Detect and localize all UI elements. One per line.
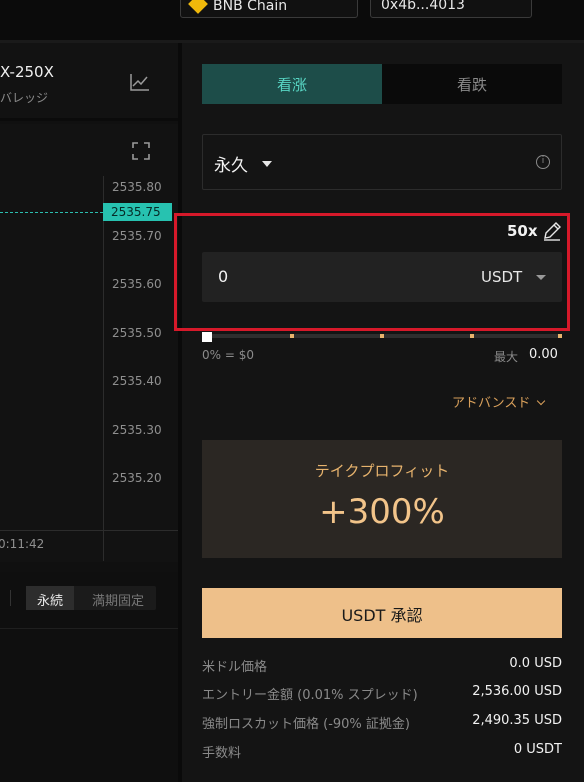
take-profit-card[interactable]: テイクプロフィット +300% [202, 440, 562, 558]
slider-mark [470, 334, 474, 338]
fullscreen-icon[interactable] [132, 142, 150, 160]
slider-max-label: 最大 [494, 350, 519, 364]
approve-usdt-button[interactable]: USDT 承認 [202, 588, 562, 638]
product-type-label: 永久 [214, 156, 248, 176]
product-type-select[interactable]: 永久 i [202, 134, 562, 190]
tab-long[interactable]: 看涨 [202, 64, 382, 104]
chart-panel: X-250X バレッジ 2535.80 2535.70 2535.60 2535… [0, 43, 178, 782]
y-tick: 2535.20 [112, 471, 162, 485]
pair-subtitle: バレッジ [0, 91, 49, 105]
position-panel: 永続 満期固定 [0, 572, 178, 782]
detail-value: 2,536.00 USD [472, 684, 562, 699]
detail-value: 0.0 USD [509, 656, 562, 671]
detail-value: 2,490.35 USD [472, 713, 562, 728]
mode-fixed-tab[interactable]: 満期固定 [80, 586, 156, 610]
y-axis-line [103, 176, 104, 561]
slider-mark [290, 334, 294, 338]
contract-mode-toggle: 永続 満期固定 [26, 586, 156, 610]
slider-mark [558, 334, 562, 338]
detail-label: 米ドル価格 [202, 660, 268, 675]
x-time-label: 0:11:42 [0, 537, 45, 551]
y-tick: 2535.80 [112, 180, 162, 194]
info-icon[interactable]: i [536, 155, 550, 169]
slider-min-label: 0% = $0 [202, 348, 254, 362]
advanced-toggle[interactable]: アドバンスド [452, 392, 546, 411]
y-tick: 2535.70 [112, 229, 162, 243]
amount-slider[interactable] [202, 334, 562, 338]
detail-label: 強制ロスカット価格 (-90% 証拠金) [202, 717, 410, 732]
line-chart-icon[interactable] [130, 73, 150, 91]
wallet-address-button[interactable]: 0x4b...4013 [370, 0, 532, 18]
advanced-label: アドバンスド [452, 396, 531, 411]
current-price-tag: 2535.75 [103, 203, 172, 221]
network-label: BNB Chain [213, 0, 288, 14]
wallet-address-label: 0x4b...4013 [381, 0, 465, 13]
y-tick: 2535.60 [112, 277, 162, 291]
divider [0, 628, 178, 629]
slider-handle[interactable] [202, 332, 212, 342]
price-chart[interactable]: 2535.80 2535.70 2535.60 2535.50 2535.40 … [0, 124, 178, 562]
slider-mark [380, 334, 384, 338]
detail-value: 0 USDT [513, 742, 562, 757]
detail-row: エントリー金額 (0.01% スプレッド) 2,536.00 USD [202, 684, 562, 704]
y-tick: 2535.40 [112, 374, 162, 388]
x-axis-line [0, 530, 178, 531]
network-selector[interactable]: BNB Chain [180, 0, 358, 18]
bnb-coin-icon [188, 0, 208, 14]
y-tick: 2535.30 [112, 423, 162, 437]
current-price-line [0, 212, 103, 213]
direction-tabs: 看涨 看跌 [202, 64, 562, 104]
tab-short[interactable]: 看跌 [382, 64, 562, 104]
caret-down-icon [262, 161, 272, 167]
slider-max-value: 0.00 [529, 347, 558, 362]
pair-title: X-250X [0, 63, 54, 81]
y-tick: 2535.50 [112, 326, 162, 340]
chevron-down-icon [537, 396, 546, 406]
detail-row: 強制ロスカット価格 (-90% 証拠金) 2,490.35 USD [202, 713, 562, 733]
top-bar: BNB Chain 0x4b...4013 [0, 0, 584, 40]
take-profit-value: +300% [319, 492, 445, 532]
mode-perpetual-tab[interactable]: 永続 [26, 586, 74, 610]
detail-label: エントリー金額 (0.01% スプレッド) [202, 688, 418, 703]
detail-label: 手数料 [202, 746, 242, 761]
trade-panel: 看涨 看跌 永久 i 50x 0 USDT 0% = $0 最大 0.00 アド… [182, 43, 584, 782]
take-profit-title: テイクプロフィット [314, 462, 450, 480]
highlight-frame [174, 213, 570, 331]
detail-row: 米ドル価格 0.0 USD [202, 656, 562, 676]
detail-row: 手数料 0 USDT [202, 742, 562, 762]
pair-header: X-250X バレッジ [0, 43, 178, 121]
divider [10, 590, 11, 606]
